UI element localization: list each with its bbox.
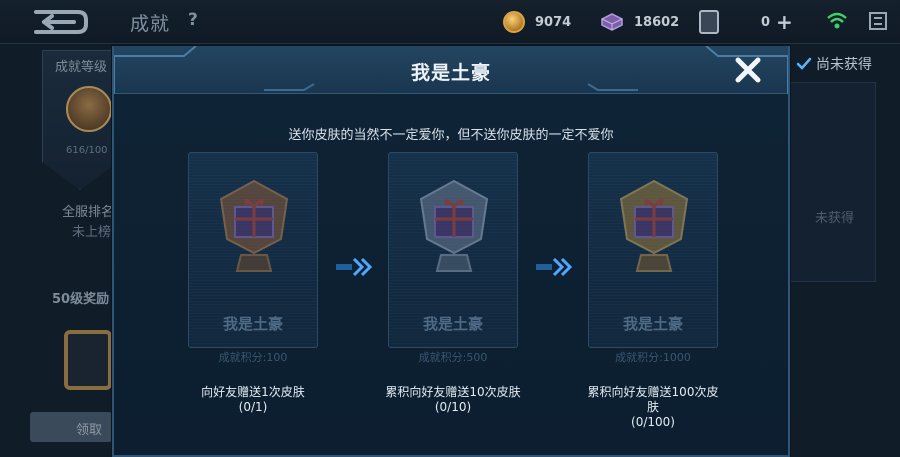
achievement-level-label: 成就等级 bbox=[55, 60, 108, 75]
gold-counter: 9074 bbox=[503, 11, 571, 33]
stage-points: 成就积分:1000 bbox=[615, 351, 691, 364]
add-voucher-icon[interactable]: + bbox=[776, 12, 793, 32]
gift-trophy-icon bbox=[619, 179, 689, 272]
top-bar: 成就 ? 9074 18602 0 + bbox=[0, 0, 900, 44]
menu-icon[interactable] bbox=[869, 12, 887, 30]
achievement-level-progress: 616/100 bbox=[66, 145, 108, 156]
stage-description: 累积向好友赠送100次皮肤 (0/100) bbox=[578, 385, 728, 430]
reward-frame-icon[interactable] bbox=[64, 330, 112, 390]
achievement-avatar bbox=[66, 86, 112, 132]
close-icon[interactable] bbox=[732, 54, 764, 86]
unobtained-filter[interactable]: 尚未获得 bbox=[796, 54, 872, 74]
stage-card-2: 我是土豪 成就积分:500 bbox=[388, 152, 518, 364]
level-reward-label: 50级奖励 bbox=[52, 292, 110, 307]
stage-card-3: 我是土豪 成就积分:1000 bbox=[588, 152, 718, 364]
double-arrow-icon bbox=[336, 257, 373, 277]
stage-points: 成就积分:100 bbox=[218, 351, 288, 364]
stage-progress: (0/100) bbox=[631, 415, 675, 429]
gold-coin-icon bbox=[503, 11, 525, 33]
modal-header: 我是土豪 bbox=[114, 46, 788, 94]
modal-title: 我是土豪 bbox=[410, 62, 491, 84]
stage-name: 我是土豪 bbox=[622, 315, 683, 333]
stage-progress: (0/10) bbox=[434, 400, 472, 414]
page-title: 成就 bbox=[130, 13, 171, 35]
server-rank-label: 全服排名 bbox=[62, 205, 115, 220]
stage-desc-text: 累积向好友赠送100次皮肤 bbox=[587, 385, 719, 414]
voucher-counter: 0 + bbox=[699, 10, 793, 34]
diamond-icon bbox=[601, 13, 623, 31]
stage-points: 成就积分:500 bbox=[418, 351, 488, 364]
right-achievement-card[interactable]: 未获得 bbox=[790, 82, 876, 282]
diamond-amount: 18602 bbox=[634, 14, 680, 30]
gold-amount: 9074 bbox=[535, 14, 572, 30]
stage-desc-text: 向好友赠送1次皮肤 bbox=[201, 385, 305, 399]
diamond-counter: 18602 bbox=[600, 11, 679, 33]
back-arrow-icon[interactable] bbox=[28, 8, 90, 36]
wifi-icon bbox=[827, 12, 847, 29]
stage-progress: (0/1) bbox=[238, 400, 268, 414]
unobtained-filter-label: 尚未获得 bbox=[816, 57, 872, 73]
modal-subtitle: 送你皮肤的当然不一定爱你，但不送你皮肤的一定不爱你 bbox=[288, 128, 614, 143]
stage-description: 向好友赠送1次皮肤 (0/1) bbox=[178, 385, 328, 415]
achievement-detail-modal: 我是土豪 送你皮肤的当然不一定爱你，但不送你皮肤的一定不爱你 我是土豪 成就积分… bbox=[112, 46, 790, 457]
claim-button-label: 领取 bbox=[76, 423, 103, 438]
stage-card-1: 我是土豪 成就积分:100 bbox=[188, 152, 318, 364]
gift-trophy-icon bbox=[419, 179, 489, 272]
stage-desc-text: 累积向好友赠送10次皮肤 bbox=[385, 385, 521, 399]
right-card-text: 未获得 bbox=[815, 211, 855, 226]
server-rank-value: 未上榜 bbox=[72, 225, 112, 240]
help-icon[interactable]: ? bbox=[188, 10, 198, 30]
stage-name: 我是土豪 bbox=[422, 315, 483, 333]
stage-name: 我是土豪 bbox=[222, 315, 283, 333]
claim-button[interactable]: 领取 bbox=[30, 412, 112, 442]
voucher-card-icon bbox=[699, 10, 719, 34]
stage-description: 累积向好友赠送10次皮肤 (0/10) bbox=[378, 385, 528, 415]
double-arrow-icon bbox=[536, 257, 573, 277]
gift-trophy-icon bbox=[219, 179, 289, 272]
checkmark-icon bbox=[796, 57, 812, 70]
voucher-amount: 0 bbox=[761, 14, 771, 30]
